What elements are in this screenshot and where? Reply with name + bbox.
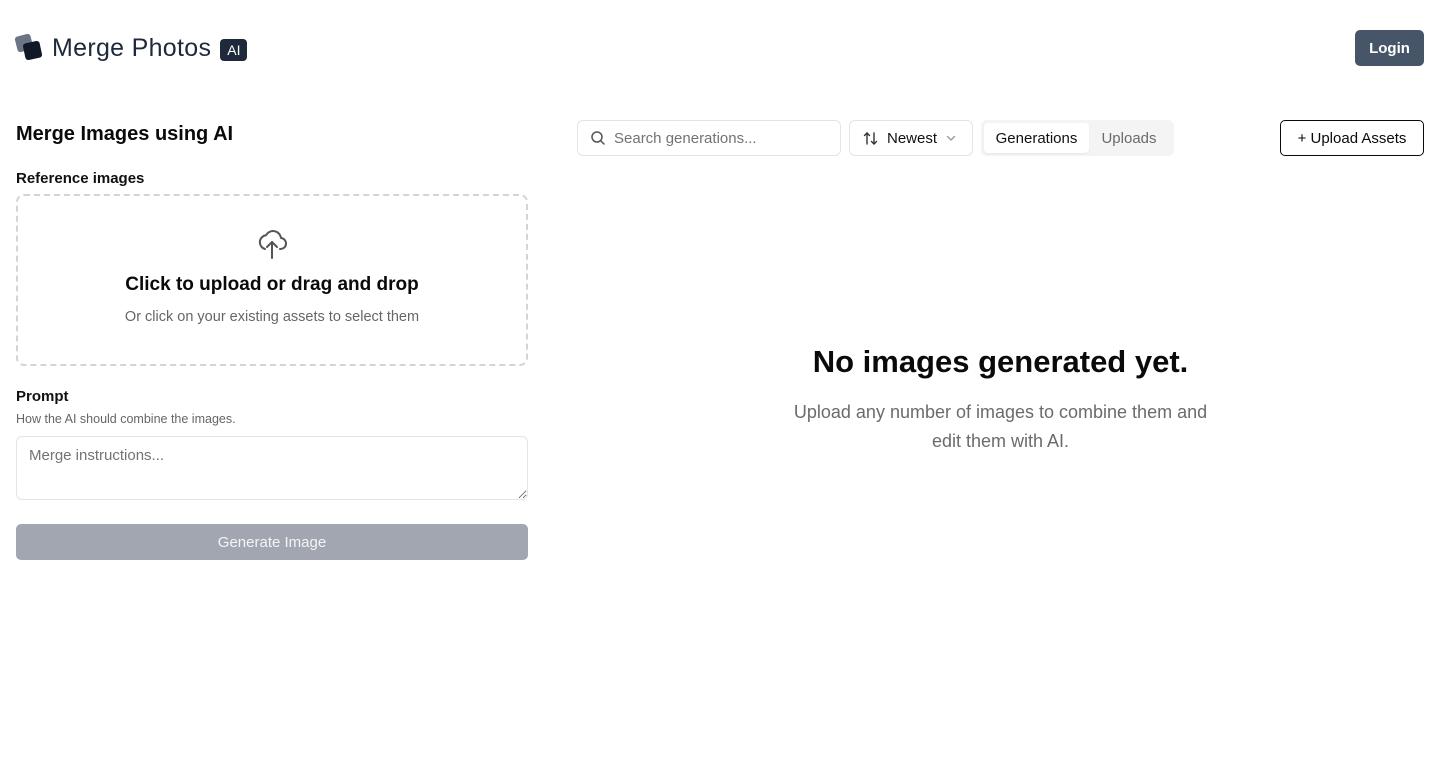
tab-generations[interactable]: Generations — [984, 123, 1089, 153]
page-title: Merge Images using AI — [16, 123, 234, 145]
chevron-down-icon — [946, 135, 956, 141]
view-tabs: Generations Uploads — [981, 120, 1174, 156]
logo[interactable]: Merge Photos AI — [14, 33, 248, 63]
merge-form: Merge Images using AI Reference images C… — [16, 118, 528, 560]
dropzone-title: Click to upload or drag and drop — [125, 274, 419, 295]
sort-arrows-icon — [863, 131, 878, 145]
empty-state-title: No images generated yet. — [812, 344, 1189, 379]
sort-dropdown[interactable]: Newest — [849, 120, 973, 156]
generate-image-button[interactable]: Generate Image — [16, 524, 528, 560]
gallery-toolbar: Newest Generations Uploads + Upload Asse… — [577, 120, 1424, 156]
upload-dropzone[interactable]: Click to upload or drag and drop Or clic… — [16, 194, 528, 366]
login-button[interactable]: Login — [1355, 30, 1424, 66]
cloud-upload-icon — [258, 230, 287, 259]
empty-state: No images generated yet. Upload any numb… — [577, 340, 1424, 456]
search-input[interactable] — [614, 129, 834, 147]
logo-text: Merge Photos — [52, 34, 212, 62]
search-box[interactable] — [577, 120, 841, 156]
prompt-input[interactable] — [16, 436, 528, 500]
dropzone-subtitle: Or click on your existing assets to sele… — [124, 309, 420, 325]
empty-state-subtitle: Upload any number of images to combine t… — [793, 402, 1208, 451]
tab-uploads[interactable]: Uploads — [1089, 123, 1169, 153]
upload-assets-button[interactable]: + Upload Assets — [1280, 120, 1424, 156]
reference-images-label: Reference images — [16, 170, 145, 187]
stacked-squares-logo-icon — [14, 33, 43, 63]
logo-badge: AI — [220, 39, 248, 61]
prompt-help-text: How the AI should combine the images. — [16, 412, 236, 426]
prompt-label: Prompt — [16, 388, 69, 405]
header: Merge Photos AI Login — [0, 0, 1440, 96]
search-icon — [591, 131, 605, 145]
sort-label: Newest — [887, 129, 938, 147]
